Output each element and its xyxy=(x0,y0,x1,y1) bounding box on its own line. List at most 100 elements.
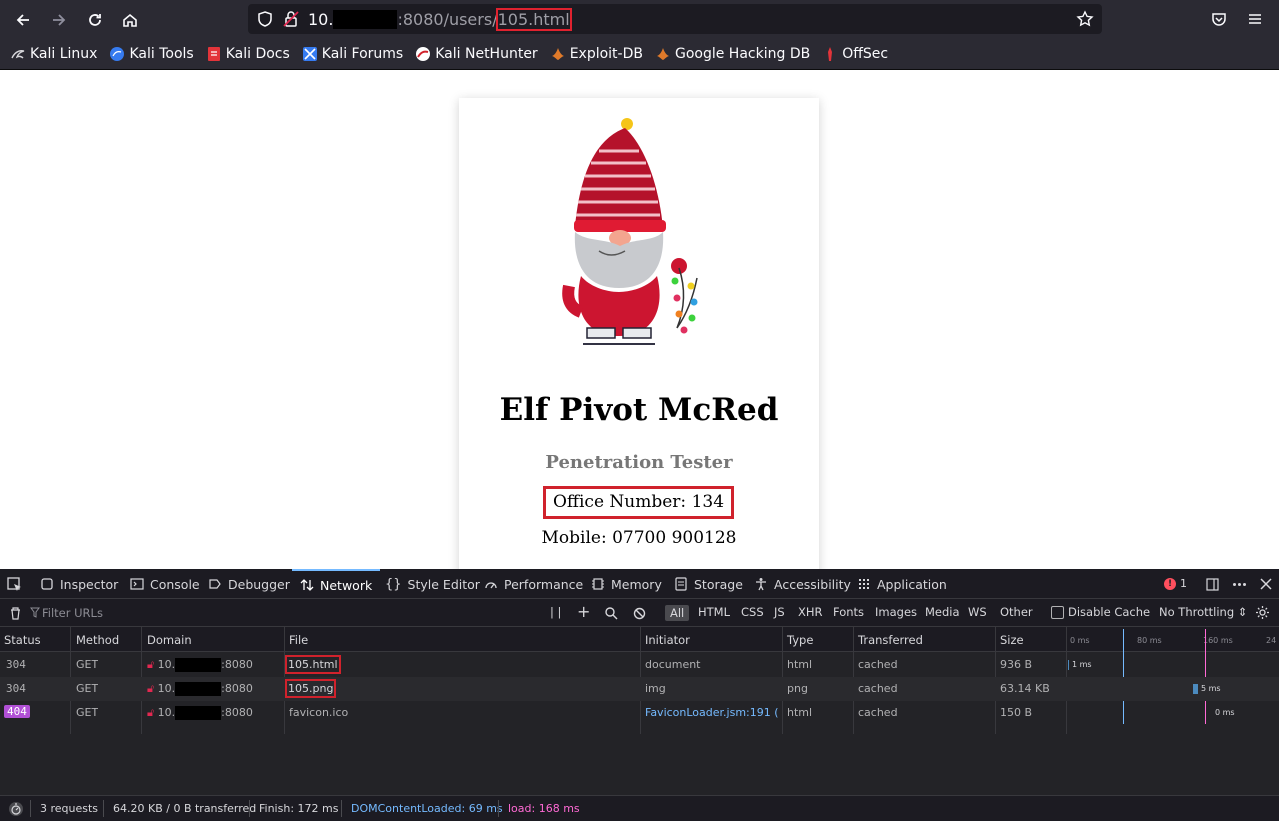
filter-ws[interactable]: WS xyxy=(968,605,987,619)
request-row[interactable]: 404 GET 🔓︎ 10.:8080 favicon.ico FaviconL… xyxy=(0,701,1279,725)
tab-label: Console xyxy=(150,576,200,592)
error-icon: ! xyxy=(1164,577,1176,590)
domain-suffix: :8080 xyxy=(221,706,253,719)
request-status: 304 xyxy=(6,682,26,695)
tab-style-editor[interactable]: {} Style Editor xyxy=(385,569,480,599)
disable-cache-checkbox[interactable] xyxy=(1051,606,1064,619)
devtools-panel: Inspector Console Debugger Network {} Sty… xyxy=(0,569,1279,821)
filter-js[interactable]: JS xyxy=(774,605,785,619)
gear-icon[interactable] xyxy=(1255,605,1270,620)
request-file: favicon.ico xyxy=(289,706,349,719)
select-arrows-icon: ⇕ xyxy=(1237,605,1248,619)
redacted-ip xyxy=(175,682,222,696)
request-transferred: cached xyxy=(858,706,898,719)
request-row[interactable]: 304 GET 🔓︎ 10.:8080 105.html document ht… xyxy=(0,653,1279,677)
col-initiator[interactable]: Initiator xyxy=(645,633,690,647)
element-picker-icon[interactable] xyxy=(7,577,22,592)
home-button[interactable] xyxy=(117,7,143,33)
col-status[interactable]: Status xyxy=(4,633,41,647)
bookmark-offsec[interactable]: OffSec xyxy=(822,46,888,62)
search-icon[interactable] xyxy=(605,607,618,620)
url-host-prefix: 10. xyxy=(308,10,334,29)
filter-all[interactable]: All xyxy=(665,605,690,621)
bookmark-kali-forums[interactable]: Kali Forums xyxy=(302,46,403,62)
filter-images[interactable]: Images xyxy=(875,605,917,619)
add-icon[interactable]: + xyxy=(577,602,590,621)
arrow-right-icon xyxy=(53,14,66,26)
profile-role: Penetration Tester xyxy=(545,452,733,473)
filter-html[interactable]: HTML xyxy=(698,605,730,619)
request-initiator-link[interactable]: FaviconLoader.jsm:191 (i... xyxy=(645,706,779,719)
hamburger-menu-icon[interactable] xyxy=(1246,10,1264,28)
domain-prefix: 10. xyxy=(157,682,176,695)
close-devtools-icon[interactable] xyxy=(1259,577,1273,591)
profile-card: Elf Pivot McRed Penetration Tester Offic… xyxy=(459,98,819,569)
shield-icon[interactable] xyxy=(256,10,274,28)
request-initiator: img xyxy=(645,682,666,695)
divider xyxy=(341,800,342,817)
request-size: 63.14 KB xyxy=(1000,682,1050,695)
office-number: Office Number: 134 xyxy=(543,486,734,519)
bookmark-kali-linux[interactable]: Kali Linux xyxy=(10,46,97,62)
insecure-lock-icon[interactable] xyxy=(282,10,300,28)
tab-accessibility[interactable]: Accessibility xyxy=(754,569,851,599)
throttling-value: No Throttling xyxy=(1159,605,1235,619)
offsec-icon xyxy=(828,47,833,61)
request-file: 105.html xyxy=(285,655,341,674)
home-icon xyxy=(123,13,137,27)
tab-performance[interactable]: Performance xyxy=(484,569,583,599)
tab-storage[interactable]: Storage xyxy=(674,569,743,599)
request-timing: 0 ms xyxy=(1215,708,1235,717)
forward-button[interactable] xyxy=(46,7,72,33)
performance-analysis-icon[interactable] xyxy=(8,801,24,817)
filter-xhr[interactable]: XHR xyxy=(798,605,823,619)
error-count-badge[interactable]: ! 1 xyxy=(1164,577,1187,590)
request-row[interactable]: 304 GET 🔓︎ 10.:8080 105.png img png cach… xyxy=(0,677,1279,701)
col-method[interactable]: Method xyxy=(76,633,119,647)
url-text[interactable]: 10.:8080/users/105.html xyxy=(308,8,572,31)
more-options-icon[interactable] xyxy=(1232,577,1247,592)
filter-urls-input[interactable]: Filter URLs xyxy=(42,606,103,620)
bookmark-exploit-db[interactable]: Exploit-DB xyxy=(550,46,643,62)
throttling-select[interactable]: No Throttling ⇕ xyxy=(1159,605,1247,619)
bookmark-google-hacking-db[interactable]: Google Hacking DB xyxy=(655,46,810,62)
bookmark-kali-docs[interactable]: Kali Docs xyxy=(206,46,290,62)
url-bar[interactable]: 10.:8080/users/105.html xyxy=(248,4,1102,34)
tab-network[interactable]: Network xyxy=(292,569,381,599)
filter-media[interactable]: Media xyxy=(925,605,960,619)
request-size: 150 B xyxy=(1000,706,1033,719)
waterfall-tick: 160 ms xyxy=(1203,636,1233,645)
star-bookmark-icon[interactable] xyxy=(1076,10,1094,28)
tab-inspector[interactable]: Inspector xyxy=(40,569,118,599)
col-transferred[interactable]: Transferred xyxy=(858,633,923,647)
back-button[interactable] xyxy=(10,7,36,33)
tab-debugger[interactable]: Debugger xyxy=(208,569,290,599)
pocket-icon[interactable] xyxy=(1210,10,1228,28)
filter-css[interactable]: CSS xyxy=(741,605,764,619)
tab-memory[interactable]: Memory xyxy=(591,569,662,599)
dock-side-icon[interactable] xyxy=(1205,577,1220,592)
col-type[interactable]: Type xyxy=(787,633,813,647)
filter-other[interactable]: Other xyxy=(1000,605,1033,619)
disable-cache-label: Disable Cache xyxy=(1068,605,1151,619)
filter-fonts[interactable]: Fonts xyxy=(833,605,864,619)
filter-funnel-icon xyxy=(30,607,40,618)
request-status: 404 xyxy=(4,705,30,718)
network-arrows-icon xyxy=(300,579,314,591)
col-domain[interactable]: Domain xyxy=(147,633,192,647)
block-requests-icon[interactable] xyxy=(633,607,646,620)
tab-application[interactable]: Application xyxy=(857,569,947,599)
accessibility-person-icon xyxy=(756,578,766,591)
col-size[interactable]: Size xyxy=(1000,633,1024,647)
pause-icon[interactable]: | | xyxy=(550,605,561,619)
tab-console[interactable]: Console xyxy=(130,569,200,599)
col-file[interactable]: File xyxy=(289,633,308,647)
reload-button[interactable] xyxy=(82,7,108,33)
kali-dragon-icon xyxy=(11,50,25,59)
tab-label: Inspector xyxy=(60,576,119,592)
bookmark-kali-tools[interactable]: Kali Tools xyxy=(109,46,194,62)
trash-clear-icon[interactable] xyxy=(9,606,22,620)
url-port-path: :8080/users/ xyxy=(397,10,498,29)
domain-prefix: 10. xyxy=(157,706,176,719)
bookmark-kali-nethunter[interactable]: Kali NetHunter xyxy=(415,46,538,62)
